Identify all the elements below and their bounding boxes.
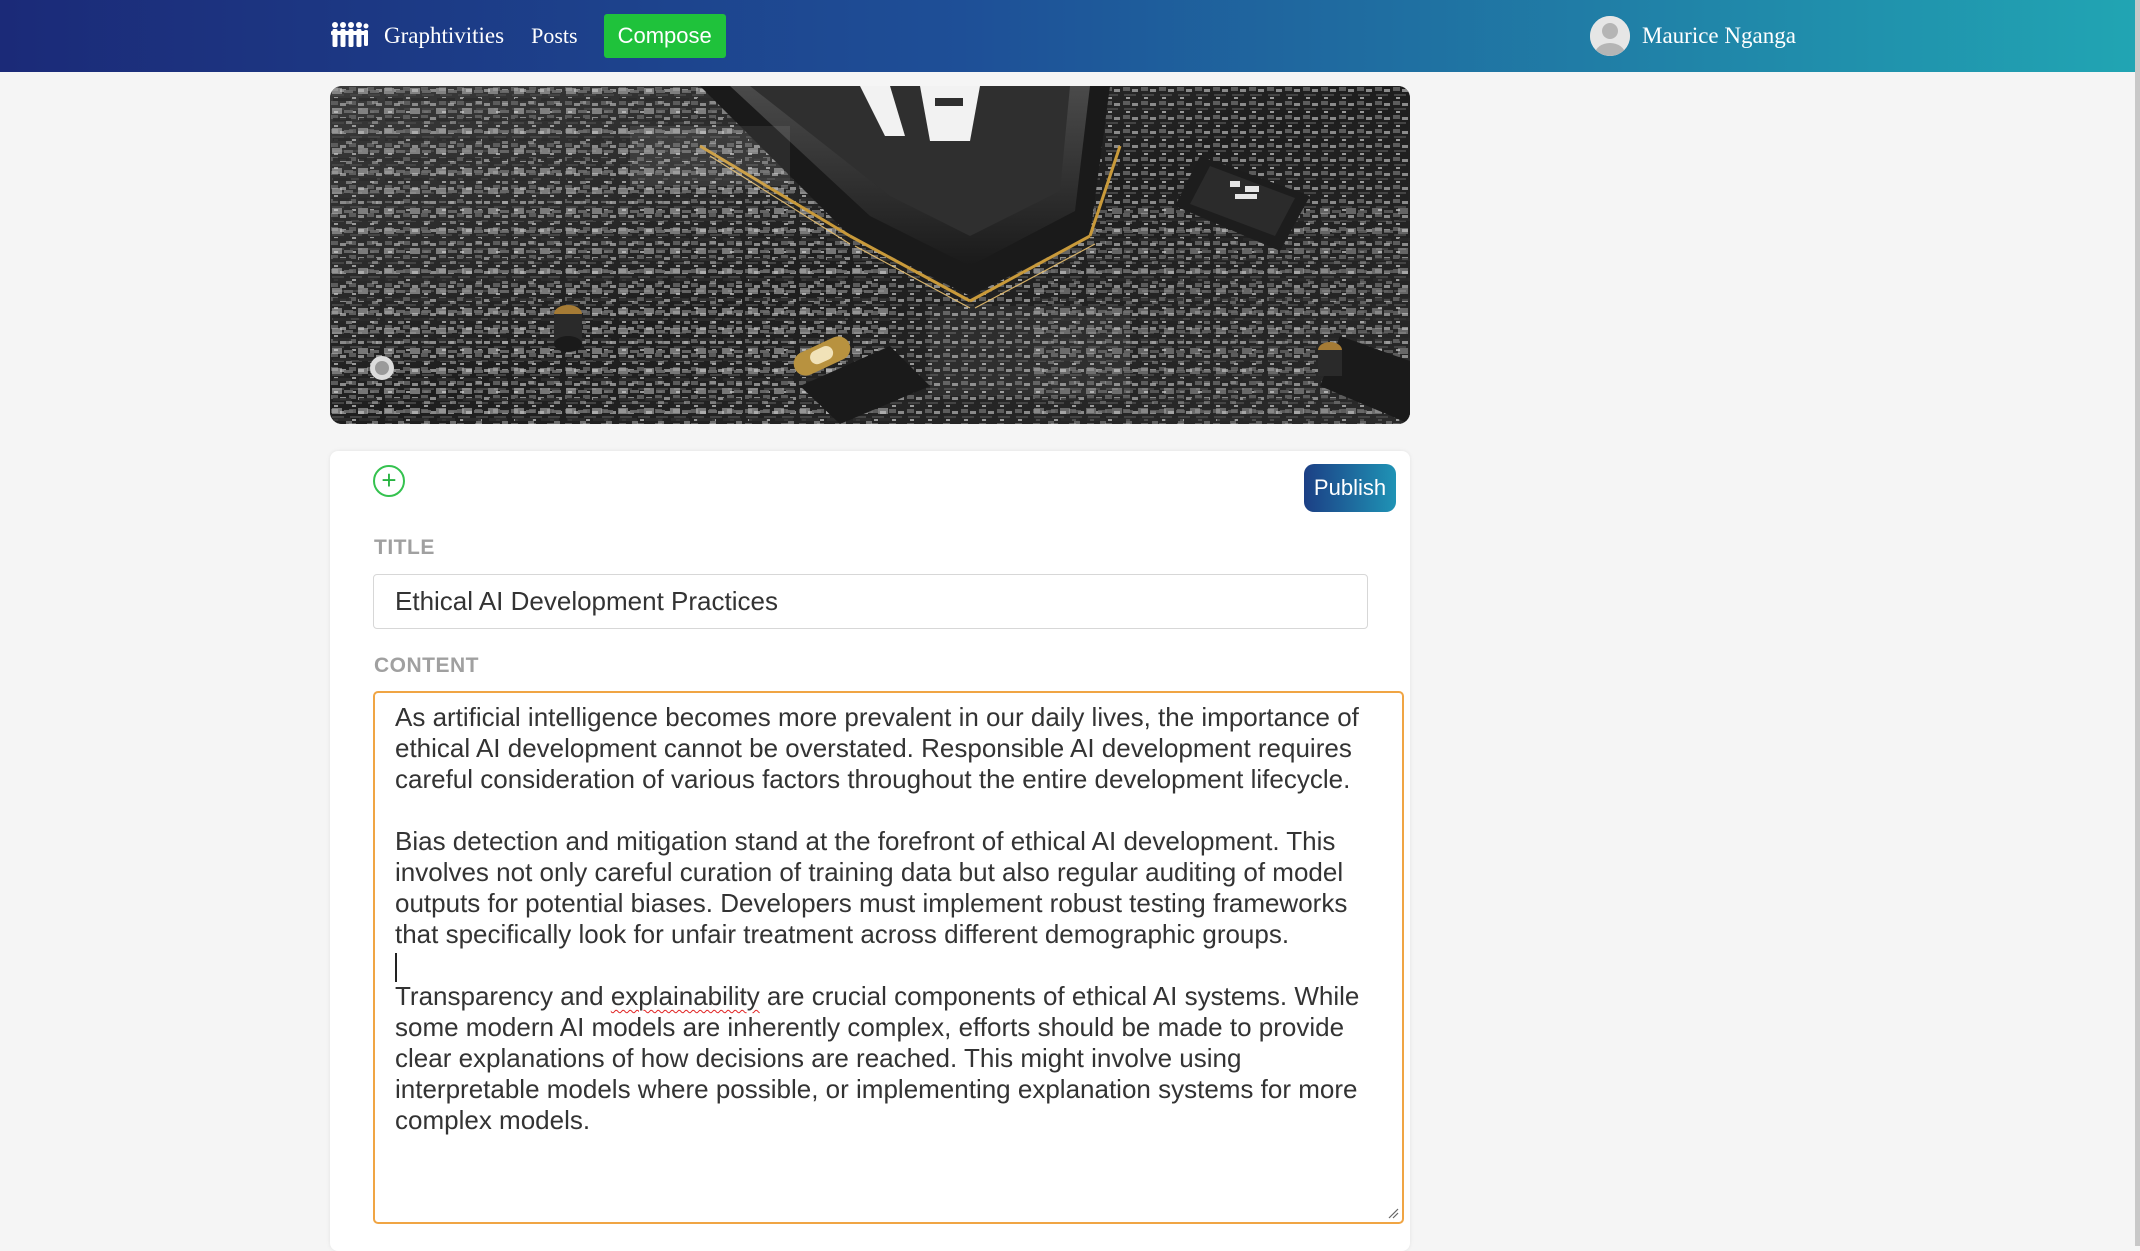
content-text: Transparency and <box>395 981 611 1011</box>
title-input[interactable] <box>373 574 1368 629</box>
top-navbar: Graphtivities Posts Compose Maurice Ngan… <box>0 0 2135 72</box>
user-menu[interactable]: Maurice Nganga <box>1590 16 1796 56</box>
publish-button[interactable]: Publish <box>1304 464 1396 512</box>
navbar-left: Graphtivities Posts Compose <box>330 0 726 72</box>
scrollbar-thumb[interactable] <box>2135 0 2140 1246</box>
content-paragraph: Bias detection and mitigation stand at t… <box>395 826 1355 949</box>
user-name: Maurice Nganga <box>1642 23 1796 48</box>
compose-button[interactable]: Compose <box>603 14 726 58</box>
misspelled-word[interactable]: explainability <box>611 981 760 1011</box>
nav-link-posts[interactable]: Posts <box>531 23 577 49</box>
text-caret <box>395 950 1382 982</box>
content-paragraph: Transparency and explainability are cruc… <box>395 981 1382 1136</box>
logo-link[interactable]: Graphtivities <box>330 20 504 52</box>
brand-name: Graphtivities <box>384 23 505 48</box>
avatar <box>1590 16 1630 56</box>
user-avatar-icon <box>1590 16 1630 56</box>
post-editor-card: + Publish TITLE CONTENT As artificial in… <box>330 451 1410 1251</box>
content-textarea[interactable]: As artificial intelligence becomes more … <box>373 691 1404 1224</box>
content-paragraph: As artificial intelligence becomes more … <box>395 702 1367 794</box>
circuit-board-illustration <box>330 86 1410 424</box>
content-label: CONTENT <box>374 654 479 677</box>
resize-handle-icon[interactable] <box>1387 1207 1399 1219</box>
title-label: TITLE <box>374 536 435 559</box>
add-image-button[interactable]: + <box>373 465 405 497</box>
people-logo-icon <box>331 22 369 47</box>
hero-image <box>330 86 1410 424</box>
